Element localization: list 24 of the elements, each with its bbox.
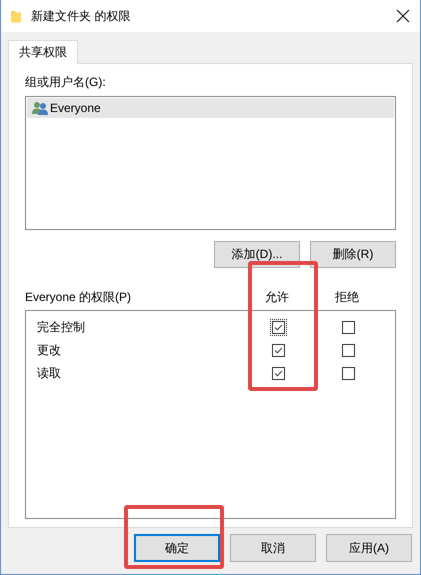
permission-name: 读取: [36, 365, 62, 382]
checkbox[interactable]: [270, 342, 286, 359]
tab[interactable]: 共享权限: [8, 40, 78, 64]
group-list-label: 组或用户名(G):: [25, 75, 107, 89]
list-item[interactable]: Everyone: [27, 98, 394, 118]
checkbox[interactable]: [340, 319, 356, 336]
dialog-button[interactable]: 应用(A): [326, 534, 412, 562]
dialog-button[interactable]: 删除(R): [310, 241, 396, 268]
checkbox[interactable]: [340, 342, 356, 359]
checkbox[interactable]: [270, 365, 286, 382]
column-header: 拒绝: [335, 289, 359, 306]
permissions-label: Everyone 的权限(P): [25, 289, 132, 306]
dialog-button[interactable]: 确定: [134, 534, 220, 562]
dialog-button[interactable]: 添加(D)...: [214, 241, 300, 268]
dialog-button[interactable]: 取消: [230, 534, 316, 562]
column-header: 允许: [265, 289, 289, 306]
checkbox[interactable]: [340, 365, 356, 382]
permission-name: 完全控制: [36, 319, 86, 336]
close-icon[interactable]: [396, 9, 410, 23]
users-icon: [32, 101, 48, 115]
checkbox[interactable]: [270, 319, 286, 336]
folder-icon: [10, 9, 22, 23]
permission-name: 更改: [36, 342, 62, 359]
window-title: 新建文件夹 的权限: [31, 8, 130, 24]
